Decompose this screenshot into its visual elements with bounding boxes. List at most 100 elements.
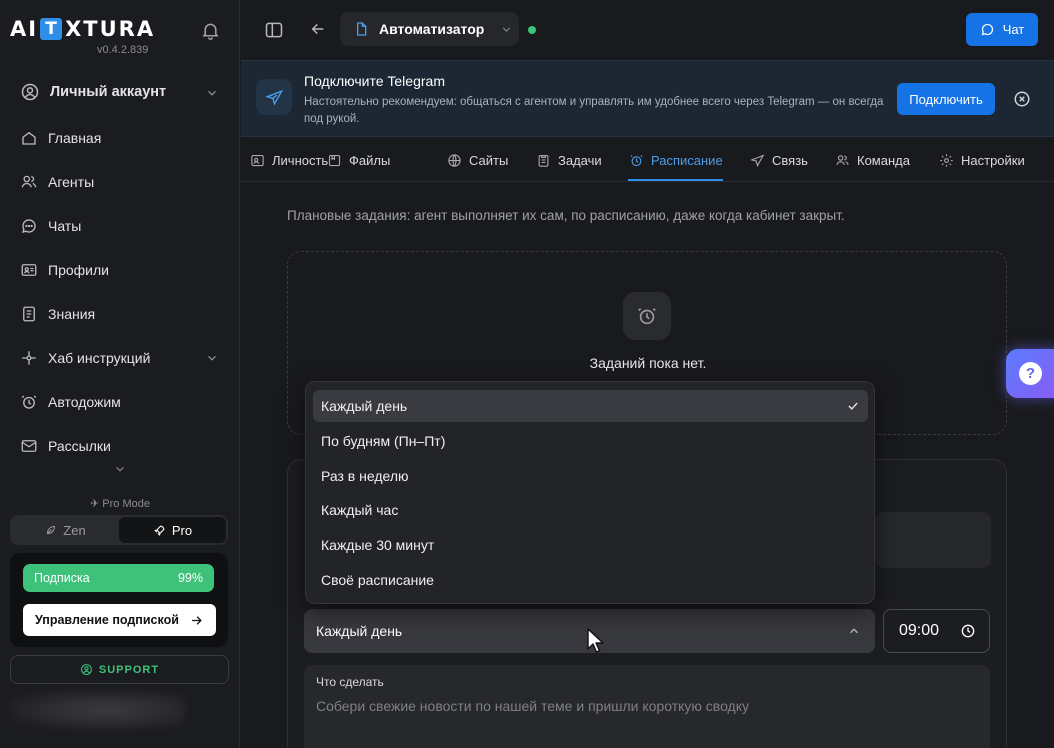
sidebar-fade	[20, 482, 210, 496]
tab-label: Команда	[857, 152, 910, 168]
sidebar-item-autofollowup[interactable]: Автодожим	[20, 391, 121, 413]
mode-zen-label: Zen	[63, 522, 86, 538]
tab-settings[interactable]: Настройки	[939, 151, 1025, 169]
sidebar-item-label: Рассылки	[48, 438, 111, 454]
agent-online-status-dot	[528, 26, 536, 34]
frequency-option-weekly[interactable]: Раз в неделю	[313, 460, 868, 492]
chat-button-label: Чат	[1002, 22, 1025, 37]
sidebar-item-chats[interactable]: Чаты	[20, 215, 81, 237]
support-button[interactable]: SUPPORT	[10, 655, 229, 684]
chat-button[interactable]: Чат	[966, 13, 1038, 46]
mode-pro-label: Pro	[171, 522, 193, 538]
app-root: AI T XTURA v0.4.2.839 Личный аккаунт Гла…	[0, 0, 1054, 748]
time-input[interactable]: 09:00	[883, 609, 990, 653]
tab-files[interactable]: Файлы	[327, 151, 390, 169]
frequency-option-hourly[interactable]: Каждый час	[313, 494, 868, 526]
frequency-option-daily[interactable]: Каждый день	[313, 390, 868, 422]
clock-icon[interactable]	[960, 623, 976, 639]
team-icon	[836, 154, 849, 165]
telegram-banner: Подключите Telegram Настоятельно рекомен…	[241, 60, 1054, 137]
rocket-icon: ✈	[90, 498, 100, 510]
manage-subscription-button[interactable]: Управление подпиской	[23, 604, 216, 636]
arrow-right-icon	[192, 615, 202, 625]
tab-label: Личность	[272, 152, 329, 168]
task-textarea[interactable]: Что сделать Собери свежие новости по наш…	[304, 665, 990, 748]
task-label: Что сделать	[316, 675, 384, 689]
tab-label: Сайты	[469, 152, 509, 168]
mode-zen-option[interactable]: Zen	[12, 517, 119, 543]
sidebar-item-agents[interactable]: Агенты	[20, 171, 94, 193]
account-label: Личный аккаунт	[50, 84, 167, 100]
sidebar-item-home[interactable]: Главная	[20, 127, 101, 149]
chevron-down-icon[interactable]	[205, 351, 219, 365]
chat-bubble-icon	[981, 23, 993, 36]
banner-text: Настоятельно рекомендуем: общаться с аге…	[304, 96, 884, 125]
tab-label: Файлы	[349, 152, 391, 168]
chevron-down-icon[interactable]	[205, 86, 219, 100]
connect-telegram-button[interactable]: Подключить	[897, 83, 995, 115]
sidebar-item-label: Хаб инструкций	[48, 350, 151, 366]
globe-icon	[448, 153, 461, 167]
obscured-field[interactable]	[875, 512, 991, 568]
document-icon	[23, 306, 35, 322]
alarm-clock-icon	[623, 292, 671, 340]
close-banner-icon[interactable]	[1013, 90, 1031, 108]
option-label: Каждый час	[321, 502, 399, 518]
frequency-option-custom[interactable]: Своё расписание	[313, 564, 868, 596]
persona-icon	[251, 154, 264, 166]
frequency-select-value: Каждый день	[316, 623, 403, 639]
sidebar-item-instruction-hub[interactable]: Хаб инструкций	[20, 347, 150, 369]
tab-tasks[interactable]: Задачи	[536, 151, 602, 169]
sidebar-item-label: Главная	[48, 130, 102, 146]
option-label: Каждые 30 минут	[321, 537, 435, 553]
notifications-bell-icon[interactable]	[200, 20, 221, 41]
option-label: По будням (Пн–Пт)	[321, 433, 446, 449]
agent-tabs: Личность Файлы Сайты Задачи Расписание С…	[241, 138, 1054, 182]
pro-mode-text: Pro Mode	[102, 498, 150, 510]
option-label: Своё расписание	[321, 572, 434, 588]
back-arrow-icon[interactable]	[310, 21, 326, 37]
send-icon	[750, 153, 765, 167]
tab-label: Расписание	[651, 152, 723, 168]
toggle-sidebar-icon[interactable]	[264, 20, 284, 40]
user-circle-icon	[21, 83, 39, 101]
agent-selector[interactable]: Автоматизатор	[340, 12, 519, 46]
tab-schedule[interactable]: Расписание	[629, 151, 723, 169]
clipboard-icon	[538, 154, 549, 167]
pro-mode-label: ✈ Pro Mode	[0, 497, 240, 510]
logo-text-right: XTURA	[65, 17, 156, 41]
subscription-progress: Подписка 99%	[23, 564, 214, 592]
mail-icon	[21, 440, 37, 452]
subscription-percent: 99%	[177, 571, 203, 585]
sidebar-item-mailings[interactable]: Рассылки	[20, 435, 111, 457]
top-bar: Автоматизатор Чат	[241, 0, 1054, 59]
tab-persona[interactable]: Личность	[250, 151, 328, 169]
tab-sites[interactable]: Сайты	[447, 151, 508, 169]
help-button[interactable]: ?	[1006, 349, 1054, 398]
task-placeholder: Собери свежие новости по нашей теме и пр…	[316, 698, 749, 714]
tab-connection[interactable]: Связь	[750, 151, 808, 169]
frequency-option-30min[interactable]: Каждые 30 минут	[313, 529, 868, 561]
app-logo[interactable]: AI T XTURA	[10, 17, 155, 41]
home-icon	[22, 131, 36, 145]
frequency-option-weekdays[interactable]: По будням (Пн–Пт)	[313, 425, 868, 457]
sidebar-item-label: Агенты	[48, 174, 95, 190]
chat-icon	[21, 219, 36, 233]
sidebar-item-knowledge[interactable]: Знания	[20, 303, 95, 325]
mode-toggle: Zen Pro	[10, 515, 228, 545]
tab-label: Настройки	[961, 152, 1025, 168]
manage-subscription-label: Управление подпиской	[35, 613, 179, 627]
app-version: v0.4.2.839	[97, 44, 149, 56]
tab-team[interactable]: Команда	[835, 151, 910, 169]
sidebar-item-label: Чаты	[48, 218, 82, 234]
scroll-more-chevron-icon[interactable]	[113, 462, 127, 476]
mode-pro-option[interactable]: Pro	[119, 517, 226, 543]
alarm-icon	[21, 395, 37, 409]
user-profile-blurred[interactable]	[10, 690, 185, 730]
option-label: Каждый день	[321, 398, 408, 414]
account-menu[interactable]: Личный аккаунт	[20, 81, 166, 103]
id-card-icon	[21, 264, 37, 276]
subscription-card: Подписка 99% Управление подпиской	[10, 553, 228, 647]
sidebar-item-profiles[interactable]: Профили	[20, 259, 109, 281]
agent-file-icon	[357, 22, 367, 36]
